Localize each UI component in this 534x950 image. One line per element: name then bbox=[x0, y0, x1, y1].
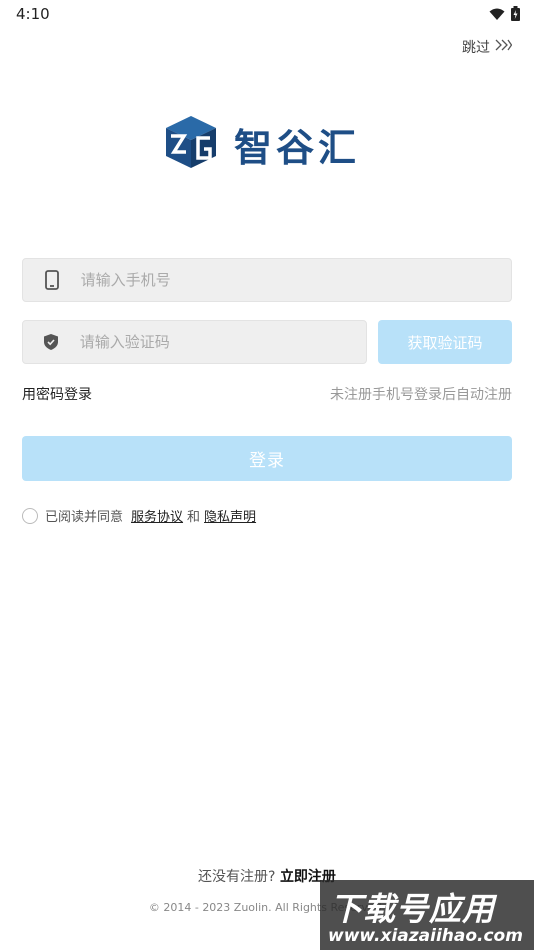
skip-label: 跳过 bbox=[462, 40, 490, 56]
watermark-title: 下载号应用 bbox=[330, 890, 496, 928]
watermark: 下载号应用 www.xiazaiihao.com bbox=[320, 880, 534, 950]
brand-logo: 智谷汇 bbox=[162, 114, 360, 174]
login-button[interactable]: 登录 bbox=[22, 436, 512, 481]
wifi-icon bbox=[489, 6, 505, 25]
battery-icon bbox=[511, 6, 520, 25]
brand-name: 智谷汇 bbox=[234, 125, 361, 170]
cube-logo-icon bbox=[162, 114, 220, 174]
status-time: 4:10 bbox=[16, 5, 50, 23]
get-code-button[interactable]: 获取验证码 bbox=[378, 320, 512, 364]
auto-register-hint: 未注册手机号登录后自动注册 bbox=[330, 387, 512, 403]
agreement-row: 已阅读并同意 服务协议 和 隐私声明 bbox=[22, 506, 256, 525]
phone-input[interactable] bbox=[80, 271, 511, 289]
register-prompt: 还没有注册? bbox=[198, 869, 276, 885]
double-chevron-right-icon bbox=[494, 39, 513, 55]
agreement-and: 和 bbox=[187, 510, 201, 525]
terms-link[interactable]: 服务协议 bbox=[131, 506, 183, 525]
shield-icon bbox=[43, 332, 60, 352]
agreement-prefix: 已阅读并同意 bbox=[45, 510, 124, 525]
watermark-url: www.xiazaiihao.com bbox=[328, 926, 523, 946]
code-input[interactable] bbox=[79, 333, 366, 351]
code-field bbox=[22, 320, 367, 364]
agree-checkbox[interactable] bbox=[22, 507, 38, 524]
privacy-link[interactable]: 隐私声明 bbox=[204, 506, 256, 525]
phone-icon bbox=[43, 270, 61, 290]
phone-field bbox=[22, 258, 512, 302]
status-icons bbox=[489, 6, 520, 25]
password-login-link[interactable]: 用密码登录 bbox=[22, 384, 92, 404]
status-bar: 4:10 bbox=[0, 0, 534, 28]
skip-button[interactable]: 跳过 bbox=[462, 37, 513, 57]
